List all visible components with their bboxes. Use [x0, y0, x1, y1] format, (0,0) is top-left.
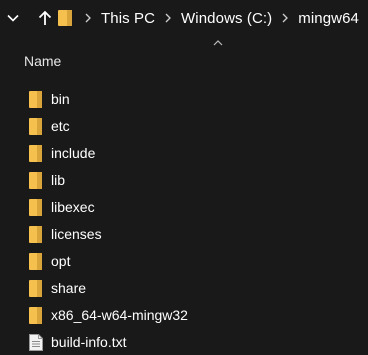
list-item-share[interactable]: share: [0, 275, 368, 302]
item-name: share: [51, 280, 87, 296]
chevron-right-icon[interactable]: [84, 13, 92, 23]
breadcrumb: This PC Windows (C:) mingw64: [58, 0, 368, 36]
item-name: licenses: [51, 226, 102, 242]
recent-locations-dropdown[interactable]: [4, 9, 22, 27]
item-name: x86_64-w64-mingw32: [51, 307, 188, 323]
folder-icon: [29, 253, 42, 270]
folder-icon: [29, 145, 42, 162]
up-button[interactable]: [36, 9, 54, 27]
name-column-header[interactable]: Name: [24, 53, 61, 69]
list-item-opt[interactable]: opt: [0, 248, 368, 275]
sort-ascending-icon: [213, 40, 223, 46]
list-item-licenses[interactable]: licenses: [0, 221, 368, 248]
list-item-etc[interactable]: etc: [0, 113, 368, 140]
breadcrumb-windows-c[interactable]: Windows (C:): [181, 10, 272, 27]
file-list: bin etc include lib libexec licenses opt: [0, 86, 368, 355]
chevron-down-icon: [7, 14, 19, 22]
folder-icon: [29, 199, 42, 216]
folder-icon: [29, 226, 42, 243]
list-item-x86-64-w64-mingw32[interactable]: x86_64-w64-mingw32: [0, 302, 368, 329]
folder-icon: [29, 172, 42, 189]
list-item-bin[interactable]: bin: [0, 86, 368, 113]
text-file-icon: [29, 334, 43, 351]
breadcrumb-this-pc[interactable]: This PC: [101, 10, 155, 27]
item-name: etc: [51, 118, 70, 134]
item-name: libexec: [51, 199, 95, 215]
list-item-libexec[interactable]: libexec: [0, 194, 368, 221]
folder-icon: [29, 280, 42, 297]
address-bar: This PC Windows (C:) mingw64: [0, 0, 368, 36]
chevron-right-icon[interactable]: [164, 13, 172, 23]
item-name: build-info.txt: [51, 334, 127, 350]
chevron-right-icon[interactable]: [281, 13, 289, 23]
folder-icon: [29, 91, 42, 108]
breadcrumb-mingw64[interactable]: mingw64: [298, 10, 359, 27]
list-item-lib[interactable]: lib: [0, 167, 368, 194]
item-name: opt: [51, 253, 71, 269]
file-explorer-window: This PC Windows (C:) mingw64 Name bin et…: [0, 0, 368, 355]
item-name: include: [51, 145, 96, 161]
arrow-up-icon: [38, 10, 52, 25]
list-item-build-info-txt[interactable]: build-info.txt: [0, 329, 368, 355]
folder-icon: [58, 10, 72, 26]
list-item-include[interactable]: include: [0, 140, 368, 167]
item-name: bin: [51, 91, 70, 107]
folder-icon: [29, 307, 42, 324]
item-name: lib: [51, 172, 66, 188]
folder-icon: [29, 118, 42, 135]
